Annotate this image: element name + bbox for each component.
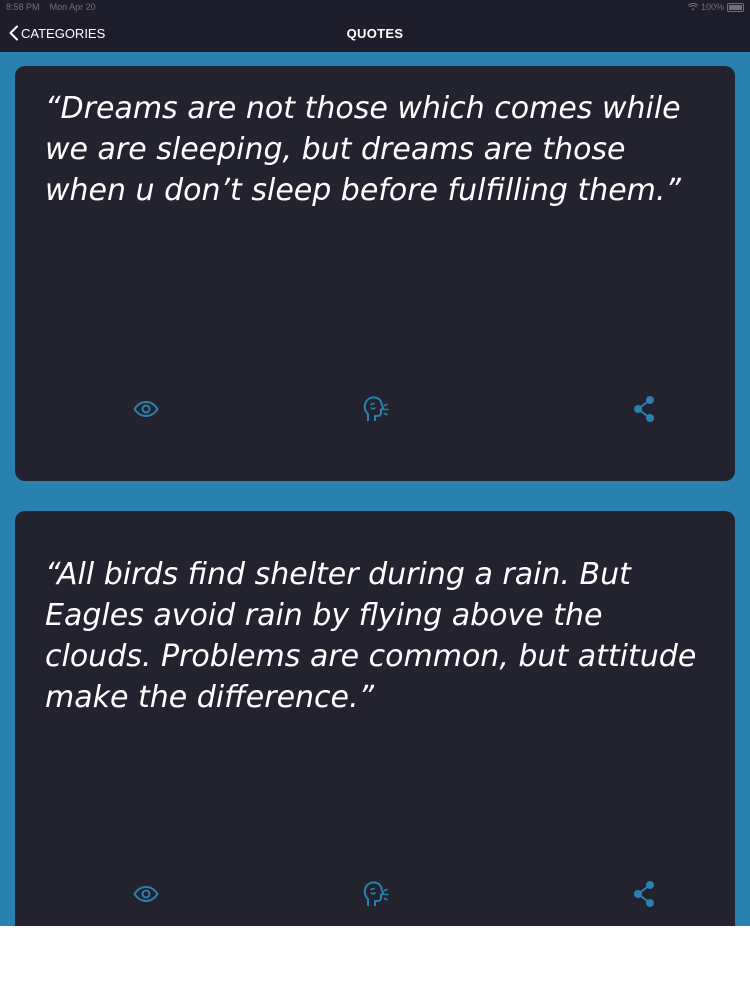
battery-icon [727,2,744,12]
share-icon [634,396,654,422]
view-button[interactable] [131,879,161,909]
status-right: 100% [687,2,744,12]
speak-icon [363,396,389,421]
status-bar: 8:58 PM Mon Apr 20 100% [0,0,750,14]
quote-card: “All birds find shelter during a rain. B… [15,511,735,926]
status-time: 8:58 PM [6,2,40,12]
battery-percent: 100% [700,2,724,12]
share-button[interactable] [629,394,659,424]
speak-button[interactable] [360,394,390,424]
view-button[interactable] [131,394,161,424]
wifi-icon [687,3,698,11]
quote-actions [15,879,735,909]
share-button[interactable] [629,879,659,909]
quote-text: “All birds find shelter during a rain. B… [45,557,697,715]
eye-icon [133,401,159,417]
speak-button[interactable] [360,879,390,909]
page-title: QUOTES [346,26,404,41]
share-icon [634,881,654,907]
quote-text: “Dreams are not those which comes while … [45,91,681,208]
navigation-bar: CATEGORIES QUOTES [0,14,750,52]
quote-actions [15,394,735,424]
status-date: Mon Apr 20 [49,2,96,12]
speak-icon [363,881,389,906]
top-bar: 8:58 PM Mon Apr 20 100% CATEGORIES QUOTE… [0,0,750,52]
quote-card: “Dreams are not those which comes while … [15,66,735,481]
status-left: 8:58 PM Mon Apr 20 [6,2,96,12]
eye-icon [133,886,159,902]
quotes-screen: 8:58 PM Mon Apr 20 100% CATEGORIES QUOTE… [0,0,750,926]
